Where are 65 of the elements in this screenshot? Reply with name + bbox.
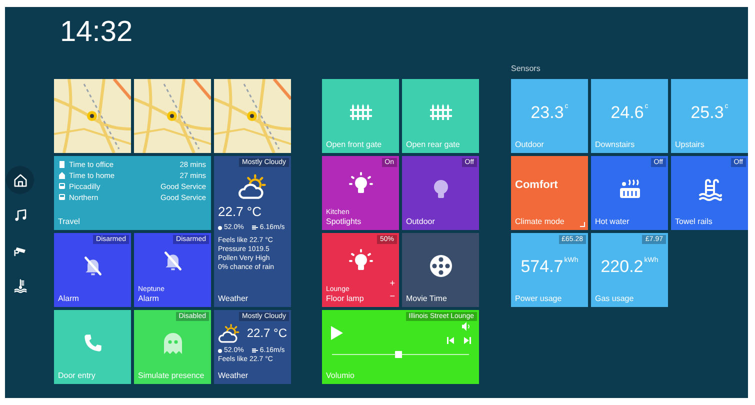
sensor-value: 220.2 [600, 256, 644, 276]
film-tile[interactable]: Movie Time [402, 233, 479, 307]
tile-label: Outdoor [406, 217, 435, 227]
home-icon [12, 172, 28, 188]
wind-icon [252, 348, 258, 353]
fence-icon [348, 102, 372, 122]
slider-thumb[interactable] [394, 351, 402, 358]
clock-time: 14:32 [60, 15, 133, 50]
play-icon [330, 325, 344, 341]
next-track-button[interactable] [464, 337, 471, 344]
play-button[interactable] [330, 325, 344, 341]
sensor-value: 574.7 [520, 256, 564, 276]
tile-label: Travel [58, 217, 80, 227]
dot-icon [218, 226, 222, 230]
tile-label: Alarm [138, 294, 159, 304]
pool-ladder-icon [698, 176, 722, 200]
wind-icon [252, 225, 258, 230]
sensor-value: 23.3 [530, 102, 564, 122]
temperature-reading: 22.7 °C [218, 204, 263, 220]
tile-label: Open rear gate [406, 140, 460, 150]
tile-label: Movie Time [406, 294, 447, 304]
climate-mode-value: Comfort [515, 179, 558, 192]
fence-icon [428, 102, 452, 122]
music-note-icon [12, 208, 28, 222]
previous-track-button[interactable] [447, 337, 454, 344]
tile-label: Hot water [595, 217, 630, 227]
film-reel-icon [428, 254, 452, 278]
sidebar-home-button[interactable] [6, 166, 34, 194]
sensor-value: 24.6 [610, 102, 644, 122]
tile-label: Alarm [58, 294, 79, 304]
tile-label: Spotlights [326, 217, 362, 227]
mode-tile[interactable]: Comfort Climate mode [511, 156, 588, 230]
home-icon [59, 172, 65, 179]
tile-label: Open front gate [326, 140, 382, 150]
tile-label: Outdoor [515, 140, 544, 150]
phone-icon [82, 332, 102, 352]
tile-label: Door entry [58, 371, 96, 381]
temperature-reading: 22.7 °C [246, 326, 287, 340]
volume-icon [462, 322, 471, 331]
tile-label: Power usage [515, 294, 562, 304]
volume-button[interactable] [462, 322, 471, 331]
sensor-value: 25.3 [690, 102, 724, 122]
tile-label: Volumio [326, 371, 354, 381]
bell-slash-icon [82, 254, 104, 276]
tile-label: Weather [218, 294, 248, 304]
resize-corner-icon [580, 222, 585, 227]
sun-cloud-icon [218, 322, 241, 344]
skip-back-icon [447, 337, 454, 344]
dot-icon [218, 348, 222, 352]
tile-label: Floor lamp [326, 294, 364, 304]
tile-label: Weather [218, 371, 248, 381]
ghost-icon [162, 330, 184, 354]
tile-label: Towel rails [675, 217, 712, 227]
skip-forward-icon [464, 337, 471, 344]
bell-slash-icon [162, 250, 184, 272]
section-title: Sensors [511, 64, 540, 74]
decrease-button[interactable]: − [390, 292, 395, 301]
tile-label: Simulate presence [138, 371, 204, 381]
sun-cloud-icon [238, 172, 268, 200]
increase-button[interactable]: + [390, 279, 395, 288]
tile-label: Gas usage [595, 294, 634, 304]
tile-label: Upstairs [675, 140, 704, 150]
tile-label: Downstairs [595, 140, 635, 150]
tile-label: Climate mode [515, 217, 564, 227]
thermometer-water-icon [12, 278, 28, 292]
